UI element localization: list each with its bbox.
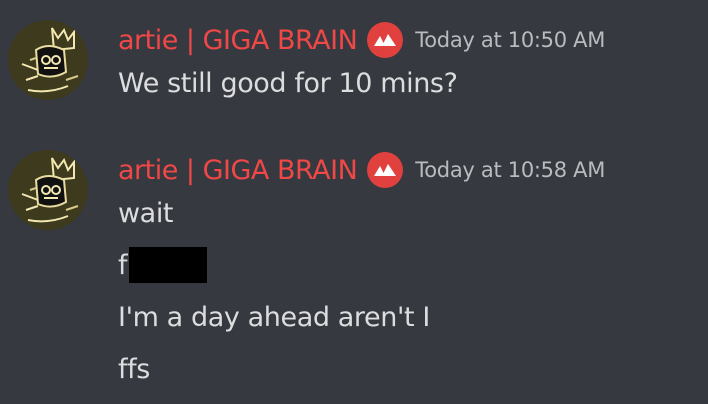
message-header: artie | GIGA BRAIN Today at 10:58 AM	[118, 150, 605, 190]
message-text: f	[118, 250, 128, 281]
role-badge[interactable]	[367, 152, 404, 188]
role-badge[interactable]	[367, 22, 404, 58]
timestamp[interactable]: Today at 10:50 AM	[415, 28, 605, 52]
mountain-badge-icon	[374, 164, 397, 176]
message-text: ffs	[118, 354, 150, 385]
crowned-figure-avatar-icon	[8, 150, 88, 230]
message-header: artie | GIGA BRAIN Today at 10:50 AM	[118, 20, 605, 60]
message-text: I'm a day ahead aren't I	[118, 302, 430, 333]
message-text: wait	[118, 198, 174, 229]
username[interactable]: artie | GIGA BRAIN	[118, 155, 358, 186]
username[interactable]: artie | GIGA BRAIN	[118, 25, 358, 56]
avatar[interactable]	[8, 150, 88, 230]
redaction-box	[129, 246, 208, 283]
message-text: We still good for 10 mins?	[118, 68, 458, 99]
timestamp[interactable]: Today at 10:58 AM	[415, 158, 605, 182]
mountain-badge-icon	[374, 34, 397, 46]
avatar[interactable]	[8, 20, 88, 100]
crowned-figure-avatar-icon	[8, 20, 88, 100]
message-text-redacted-line: f	[118, 246, 208, 286]
